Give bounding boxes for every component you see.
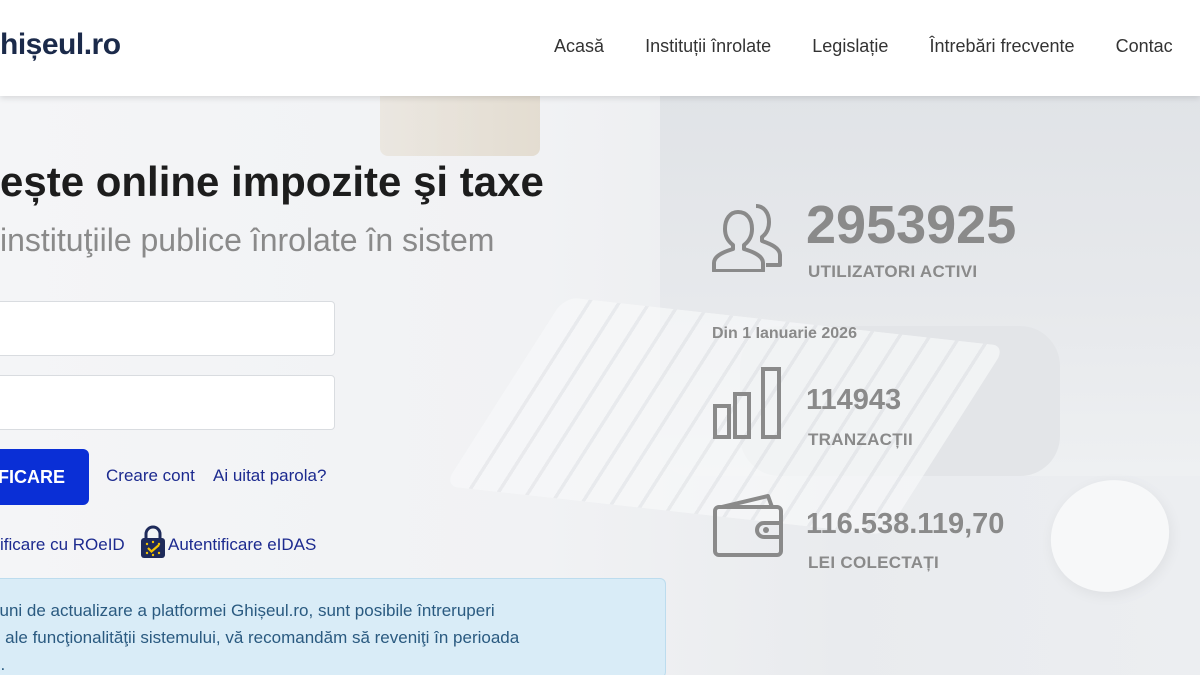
eidas-lock-icon[interactable] [140, 525, 166, 559]
stats-since-date: Din 1 Ianuarie 2026 [712, 325, 857, 342]
nav-home[interactable]: Acasă [554, 36, 604, 57]
background-mouse [1032, 460, 1188, 612]
page-subheadline: instituţiile publice înrolate în sistem [0, 222, 495, 258]
forgot-password-link[interactable]: Ai uitat parola? [213, 466, 326, 486]
nav-legislation[interactable]: Legislație [812, 36, 888, 57]
main-nav: Acasă Instituții înrolate Legislație Înt… [554, 36, 1200, 57]
eidas-login-link[interactable]: Autentificare eIDAS [168, 535, 316, 555]
collected-label: LEI COLECTAȚI [808, 553, 940, 572]
site-logo[interactable]: hișeul.ro [0, 28, 121, 62]
background-object [380, 96, 540, 156]
transactions-count: 114943 [806, 384, 902, 416]
nav-contact[interactable]: Contac [1116, 36, 1173, 57]
roeid-login-link[interactable]: ificare cu ROeID [0, 535, 125, 555]
notice-line: e. [0, 655, 6, 674]
active-users-label: UTILIZATORI ACTIVI [808, 262, 978, 281]
collected-amount: 116.538.119,70 [806, 508, 1005, 540]
maintenance-notice: ţiuni de actualizare a platformei Ghișeu… [0, 578, 666, 675]
active-users-count: 2953925 [806, 195, 1017, 255]
bar-chart-icon [713, 367, 781, 439]
page-headline: ește online impozite şi taxe [0, 158, 544, 205]
site-header: hișeul.ro Acasă Instituții înrolate Legi… [0, 0, 1200, 96]
transactions-label: TRANZACȚII [808, 430, 913, 449]
notice-line: e ale funcţionalităţii sistemului, vă re… [0, 628, 520, 647]
notice-line: ţiuni de actualizare a platformei Ghișeu… [0, 601, 495, 620]
nav-faq[interactable]: Întrebări frecvente [929, 36, 1074, 57]
create-account-link[interactable]: Creare cont [106, 466, 195, 486]
users-icon [712, 204, 782, 272]
nav-institutions[interactable]: Instituții înrolate [645, 36, 771, 57]
login-button[interactable]: IFICARE [0, 449, 89, 505]
wallet-icon [713, 494, 783, 557]
username-input[interactable] [0, 301, 335, 356]
password-input[interactable] [0, 375, 335, 430]
